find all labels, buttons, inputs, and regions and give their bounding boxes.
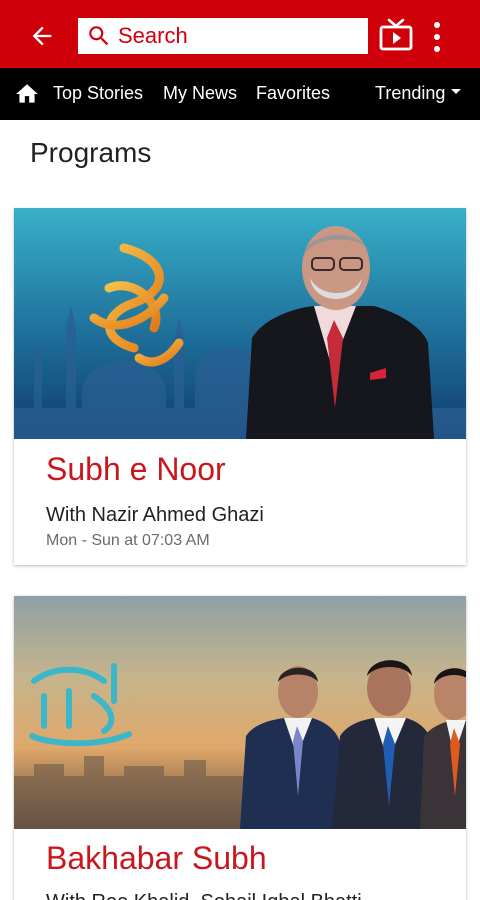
nav-my-news[interactable]: My News bbox=[163, 83, 237, 104]
program-thumbnail: صبحِ نور bbox=[14, 208, 466, 439]
app-bar bbox=[0, 0, 480, 68]
program-thumbnail: خبر یا صبح bbox=[14, 596, 466, 829]
nav-trending-dropdown[interactable]: Trending bbox=[375, 83, 462, 104]
live-tv-icon bbox=[379, 18, 413, 51]
search-icon bbox=[86, 23, 112, 49]
program-logo-text: خبر یا صبح bbox=[26, 683, 143, 713]
more-vert-icon bbox=[434, 22, 440, 28]
program-logo-text: صبحِ نور bbox=[85, 274, 182, 312]
category-navbar: Top Stories My News Favorites Trending bbox=[0, 68, 480, 120]
home-button[interactable] bbox=[14, 81, 40, 107]
nav-top-stories[interactable]: Top Stories bbox=[53, 83, 143, 104]
nav-favorites[interactable]: Favorites bbox=[256, 83, 330, 104]
live-tv-button[interactable] bbox=[378, 18, 414, 52]
program-title: Subh e Noor bbox=[46, 451, 226, 487]
search-input[interactable] bbox=[118, 23, 358, 49]
page-title: Programs bbox=[30, 137, 152, 168]
program-schedule: Mon - Sun at 07:03 AM bbox=[46, 532, 210, 549]
program-host: With Nazir Ahmed Ghazi bbox=[46, 504, 264, 526]
program-card[interactable]: صبحِ نور Subh e Noor With Nazir Ahmed Gh… bbox=[14, 208, 466, 565]
arrow-left-icon bbox=[32, 26, 52, 46]
nav-trending-label: Trending bbox=[375, 83, 446, 103]
program-card[interactable]: خبر یا صبح Bakhabar Subh With bbox=[14, 596, 466, 900]
back-button[interactable] bbox=[22, 18, 62, 54]
program-title: Bakhabar Subh bbox=[46, 840, 267, 876]
search-box[interactable] bbox=[78, 18, 368, 54]
home-icon bbox=[16, 84, 38, 103]
caret-down-icon bbox=[451, 88, 462, 94]
more-options-button[interactable] bbox=[428, 22, 446, 52]
program-host: With Ree Khalid, Sohail Iqbal Bhatti bbox=[46, 891, 362, 900]
